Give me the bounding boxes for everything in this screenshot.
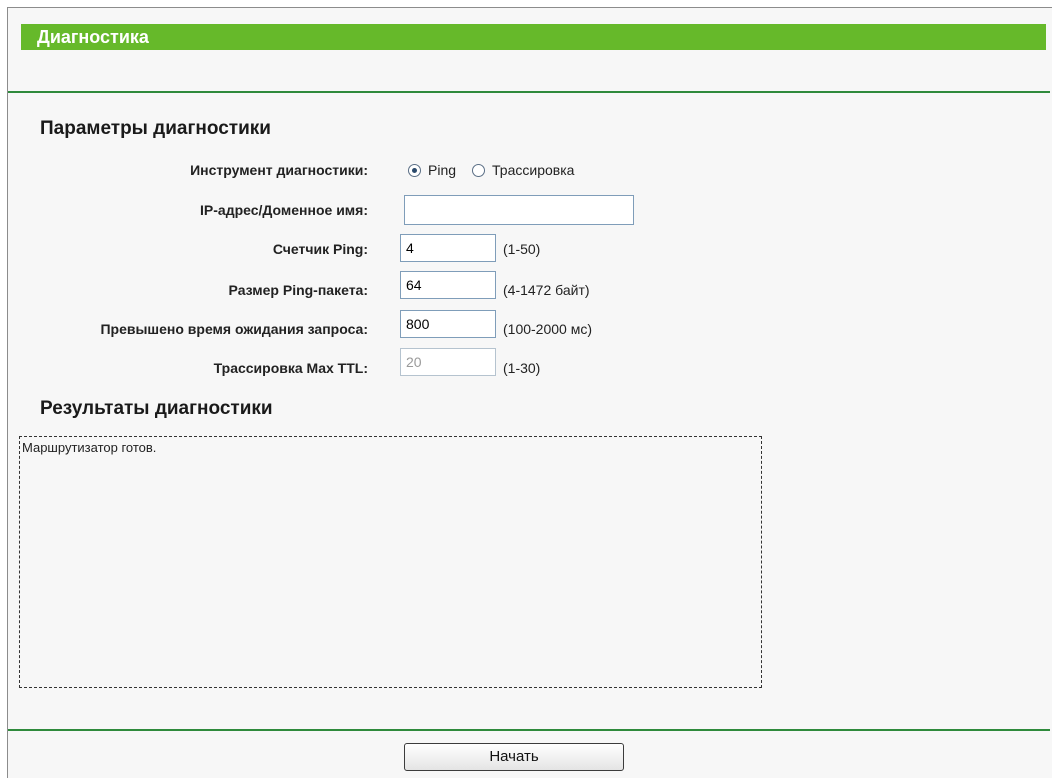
radio-ping-label: Ping bbox=[428, 162, 457, 178]
ip-input[interactable] bbox=[404, 195, 634, 225]
timeout-label: Превышено время ожидания запроса: bbox=[100, 321, 368, 337]
ip-label: IP-адрес/Доменное имя: bbox=[200, 202, 368, 218]
ping-count-input[interactable]: 4 bbox=[400, 234, 496, 262]
timeout-hint: (100-2000 мс) bbox=[503, 321, 593, 337]
timeout-input[interactable]: 800 bbox=[400, 310, 496, 338]
ping-count-hint: (1-50) bbox=[503, 241, 541, 257]
results-text: Маршрутизатор готов. bbox=[22, 440, 157, 455]
title-bar bbox=[21, 24, 1046, 50]
radio-ping[interactable]: Ping bbox=[408, 162, 456, 178]
max-ttl-input[interactable]: 20 bbox=[400, 348, 496, 376]
params-section-title: Параметры диагностики bbox=[40, 118, 271, 139]
radio-traceroute-indicator[interactable] bbox=[472, 163, 486, 177]
ping-size-hint: (4-1472 байт) bbox=[503, 282, 590, 298]
ping-count-label: Счетчик Ping: bbox=[272, 241, 368, 257]
tool-label: Инструмент диагностики: bbox=[190, 162, 368, 178]
radio-traceroute-label: Трассировка bbox=[492, 162, 575, 178]
radio-ping-indicator[interactable] bbox=[408, 163, 421, 177]
results-section-title: Результаты диагностики bbox=[40, 398, 273, 419]
max-ttl-hint: (1-30) bbox=[503, 360, 541, 376]
ping-size-label: Размер Ping-пакета: bbox=[228, 282, 368, 298]
max-ttl-label: Трассировка Max TTL: bbox=[213, 360, 368, 376]
results-box[interactable]: Маршрутизатор готов. bbox=[19, 436, 762, 688]
ping-size-input[interactable]: 64 bbox=[400, 271, 496, 299]
bottom-divider bbox=[8, 729, 1050, 731]
page-title: Диагностика bbox=[37, 27, 149, 47]
top-divider bbox=[8, 91, 1050, 93]
start-button[interactable]: Начать bbox=[404, 743, 624, 771]
radio-traceroute[interactable]: Трассировка bbox=[472, 162, 574, 178]
tool-radio-group: Ping Трассировка bbox=[408, 158, 590, 182]
